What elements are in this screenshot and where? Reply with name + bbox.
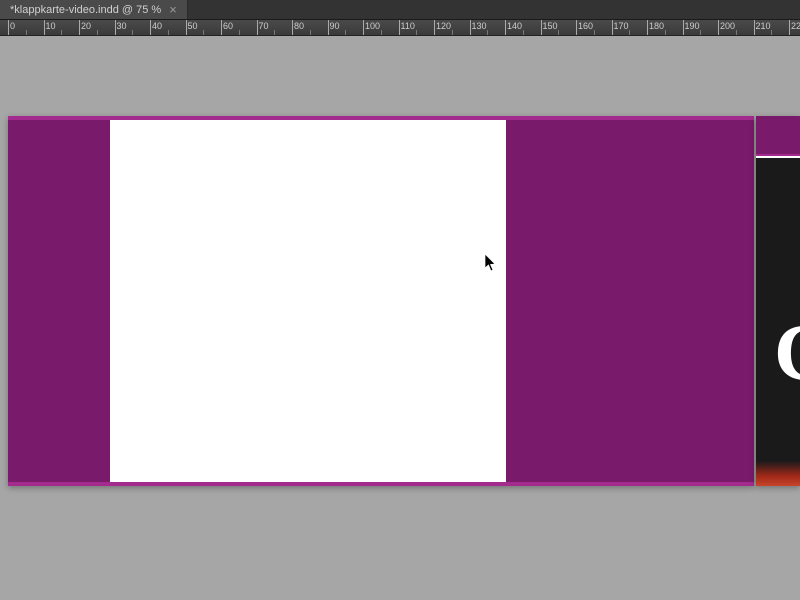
document-canvas[interactable]: C (0, 36, 800, 600)
ruler-label: 50 (186, 21, 198, 31)
document-tab[interactable]: *klappkarte-video.indd @ 75 % × (0, 0, 188, 19)
panel-purple-right[interactable] (506, 120, 754, 482)
document-tab-bar: *klappkarte-video.indd @ 75 % × (0, 0, 800, 20)
ruler-label: 170 (612, 21, 629, 31)
image-content (756, 461, 800, 486)
ruler-label: 0 (8, 21, 15, 31)
page-spread-right[interactable]: C (756, 116, 800, 486)
ruler-label: 40 (150, 21, 162, 31)
ruler-label: 160 (576, 21, 593, 31)
ruler-label: 80 (292, 21, 304, 31)
ruler-label: 30 (115, 21, 127, 31)
horizontal-ruler[interactable]: 0 10 20 30 40 50 60 70 80 90 100 110 120 130 140 150 160… (0, 20, 800, 36)
ruler-label: 210 (754, 21, 771, 31)
ruler-label: 180 (647, 21, 664, 31)
ruler-label: 60 (221, 21, 233, 31)
guide-bottom (8, 482, 754, 486)
ruler-label: 130 (470, 21, 487, 31)
ruler-label: 200 (718, 21, 735, 31)
panel-white-center[interactable] (110, 120, 506, 482)
ruler-label: 150 (541, 21, 558, 31)
ruler-label: 190 (683, 21, 700, 31)
panel-purple-header (756, 116, 800, 156)
ruler-label: 10 (44, 21, 56, 31)
panel-purple-left[interactable] (8, 120, 110, 482)
headline-glyph: C (774, 308, 800, 399)
ruler-label: 70 (257, 21, 269, 31)
ruler-label: 90 (328, 21, 340, 31)
close-icon[interactable]: × (167, 3, 179, 16)
page-spread-left[interactable] (8, 116, 754, 486)
ruler-label: 120 (434, 21, 451, 31)
ruler-label: 100 (363, 21, 380, 31)
image-frame[interactable]: C (756, 158, 800, 486)
ruler-label: 110 (399, 21, 415, 31)
ruler-label: 140 (505, 21, 522, 31)
ruler-label: 220 (789, 21, 800, 31)
document-tab-title: *klappkarte-video.indd @ 75 % (10, 4, 161, 16)
ruler-label: 20 (79, 21, 91, 31)
